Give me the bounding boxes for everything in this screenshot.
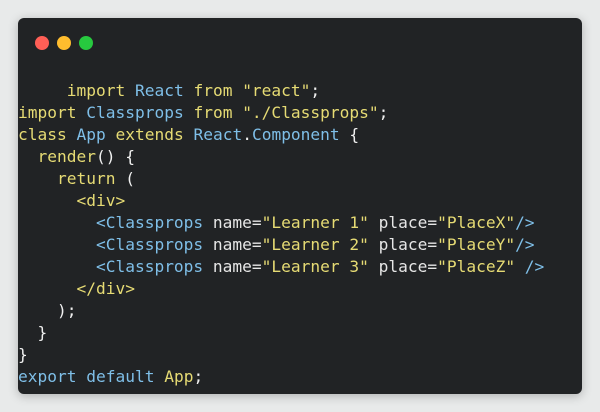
- code-line: }: [18, 322, 544, 344]
- code-token: <Classprops: [95, 235, 204, 254]
- code-token: (: [115, 169, 135, 188]
- code-line: }: [18, 344, 544, 366]
- code-token: return: [56, 169, 116, 188]
- code-token: "react": [242, 81, 311, 100]
- code-token: />: [515, 235, 535, 254]
- code-line: render() {: [18, 146, 544, 168]
- code-token: />: [515, 213, 535, 232]
- code-token: <Classprops: [95, 257, 204, 276]
- code-token: from: [193, 103, 233, 122]
- close-dot-icon[interactable]: [35, 36, 49, 50]
- code-token: );: [56, 301, 77, 320]
- code-token: extends: [115, 125, 184, 144]
- code-line: </div>: [18, 278, 544, 300]
- code-token: />: [515, 257, 545, 276]
- code-token: }: [37, 323, 48, 342]
- code-token: React: [134, 81, 184, 100]
- code-window: import React from "react"; import Classpr…: [18, 18, 582, 394]
- code-token: App: [76, 125, 106, 144]
- code-line: <Classprops name="Learner 1" place="Plac…: [18, 212, 544, 234]
- code-token: name=: [203, 257, 262, 276]
- code-token: "Learner 1": [261, 213, 369, 232]
- code-token: App: [164, 367, 194, 386]
- code-token: from: [193, 81, 233, 100]
- code-token: import: [66, 81, 126, 100]
- code-token: () {: [95, 147, 135, 166]
- code-line: class App extends React.Component {: [18, 124, 544, 146]
- code-token: place=: [368, 235, 438, 254]
- code-token: "Learner 2": [261, 235, 369, 254]
- code-token: "PlaceX": [437, 213, 516, 232]
- code-token: render: [37, 147, 96, 166]
- code-token: ;: [378, 103, 389, 122]
- code-token: </div>: [76, 279, 135, 298]
- code-token: place=: [368, 257, 438, 276]
- code-token: "Learner 3": [261, 257, 369, 276]
- code-token: "PlaceZ": [437, 257, 516, 276]
- code-line: <Classprops name="Learner 2" place="Plac…: [18, 234, 544, 256]
- code-token: .: [242, 125, 252, 144]
- code-token: place=: [368, 213, 438, 232]
- code-block: import React from "react"; import Classpr…: [18, 80, 544, 388]
- code-token: ;: [310, 81, 321, 100]
- code-line: import Classprops from "./Classprops";: [18, 102, 544, 124]
- code-line: import React from "react";: [18, 80, 544, 102]
- code-token: "./Classprops": [242, 103, 379, 122]
- code-token: Component: [251, 125, 340, 144]
- code-token: }: [18, 345, 28, 364]
- code-line: <div>: [18, 190, 544, 212]
- code-token: export: [18, 367, 77, 386]
- code-line: <Classprops name="Learner 3" place="Plac…: [18, 256, 544, 278]
- code-token: Classprops: [86, 103, 184, 122]
- code-token: import: [18, 103, 77, 122]
- minimize-dot-icon[interactable]: [57, 36, 71, 50]
- code-line: );: [18, 300, 544, 322]
- code-token: ;: [193, 367, 204, 386]
- code-token: <div>: [76, 191, 126, 210]
- code-token: "PlaceY": [437, 235, 516, 254]
- code-token: {: [339, 125, 360, 144]
- code-line: return (: [18, 168, 544, 190]
- code-token: name=: [203, 235, 262, 254]
- code-line: export default App;: [18, 366, 544, 388]
- maximize-dot-icon[interactable]: [79, 36, 93, 50]
- code-token: React: [193, 125, 243, 144]
- code-token: default: [86, 367, 155, 386]
- code-token: <Classprops: [95, 213, 204, 232]
- code-token: name=: [203, 213, 262, 232]
- code-token: class: [18, 125, 67, 144]
